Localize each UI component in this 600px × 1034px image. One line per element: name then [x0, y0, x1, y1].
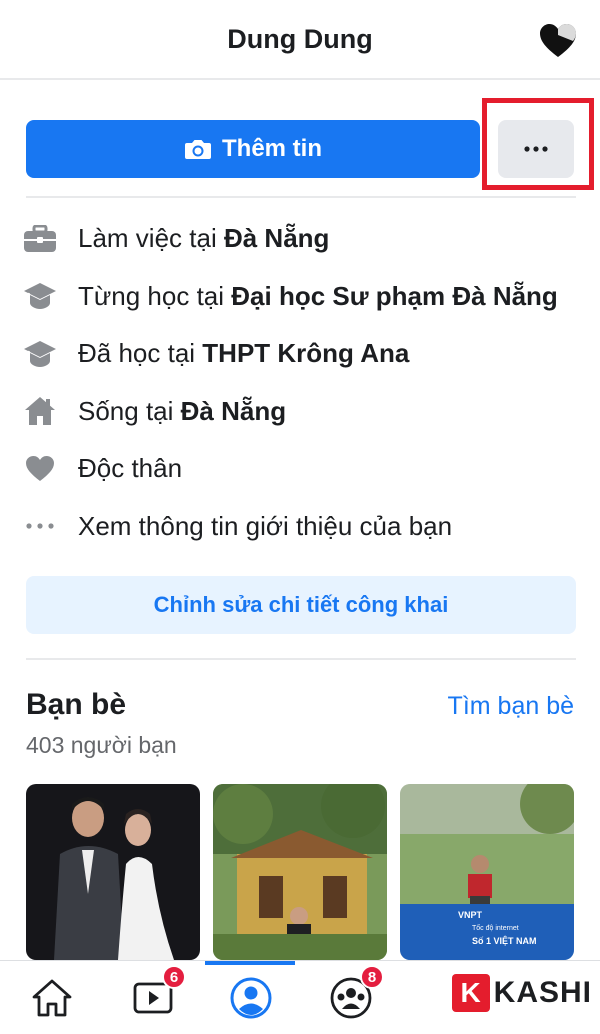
ad-tagline-text: Tốc độ internet	[472, 923, 519, 932]
friend-photo[interactable]	[213, 784, 387, 960]
divider	[26, 658, 576, 660]
intro-item-studied-highschool[interactable]: Đã học tại THPT Krông Ana	[22, 325, 582, 383]
find-friends-link[interactable]: Tìm bạn bè	[448, 692, 574, 721]
edit-public-details-button[interactable]: Chỉnh sửa chi tiết công khai	[26, 576, 576, 634]
watermark-k-mark: K	[451, 974, 490, 1012]
notification-badge: 8	[360, 965, 384, 989]
camera-icon	[185, 140, 211, 159]
intro-item-see-about[interactable]: Xem thông tin giới thiệu của bạn	[22, 498, 582, 556]
add-story-label: Thêm tin	[222, 135, 322, 162]
heart-icon	[22, 451, 58, 487]
active-tab-indicator	[205, 961, 295, 965]
intro-item-text: Từng học tại Đại học Sư phạm Đà Nẵng	[78, 280, 558, 311]
tab-home[interactable]	[27, 973, 77, 1023]
tab-watch[interactable]: 6	[128, 965, 186, 1023]
watermark-text: KASHI	[493, 976, 592, 1009]
intro-item-work[interactable]: Làm việc tại Đà Nẵng	[22, 210, 582, 268]
divider	[26, 196, 576, 198]
heart-icon[interactable]	[538, 22, 578, 60]
intro-item-lives-in[interactable]: Sống tại Đà Nẵng	[22, 383, 582, 441]
home-icon	[22, 393, 58, 429]
intro-item-text: Làm việc tại Đà Nẵng	[78, 223, 330, 254]
home-icon	[32, 979, 72, 1017]
tab-groups[interactable]: 8	[326, 965, 384, 1023]
briefcase-icon	[22, 221, 58, 257]
more-dots-icon	[22, 508, 58, 544]
ad-slogan-text: Số 1 VIỆT NAM	[472, 935, 537, 946]
kashi-watermark-logo: K KASHI	[451, 974, 592, 1012]
top-bar: Dung Dung	[0, 0, 600, 80]
intro-item-relationship[interactable]: Độc thân	[22, 440, 582, 498]
graduation-cap-icon	[22, 336, 58, 372]
add-story-button[interactable]: Thêm tin	[26, 120, 480, 178]
profile-icon	[230, 977, 272, 1019]
ad-brand-text: VNPT	[458, 910, 483, 920]
tab-profile[interactable]	[226, 973, 276, 1023]
highlight-annotation-box	[482, 98, 594, 190]
intro-item-text: Xem thông tin giới thiệu của bạn	[78, 510, 453, 541]
graduation-cap-icon	[22, 278, 58, 314]
friends-count: 403 người bạn	[26, 732, 177, 758]
notification-badge: 6	[162, 965, 186, 989]
intro-item-text: Sống tại Đà Nẵng	[78, 395, 287, 426]
profile-name-title: Dung Dung	[227, 24, 373, 54]
friend-photo[interactable]: VNPT Tốc độ internet Số 1 VIỆT NAM	[400, 784, 574, 960]
intro-item-text: Độc thân	[78, 453, 183, 484]
intro-item-text: Đã học tại THPT Krông Ana	[78, 338, 410, 369]
friends-section-title: Bạn bè	[26, 688, 127, 721]
friend-photo[interactable]	[26, 784, 200, 960]
intro-details-list: Làm việc tại Đà Nẵng Từng học tại Đại họ…	[22, 210, 582, 555]
intro-item-studied-university[interactable]: Từng học tại Đại học Sư phạm Đà Nẵng	[22, 268, 582, 326]
